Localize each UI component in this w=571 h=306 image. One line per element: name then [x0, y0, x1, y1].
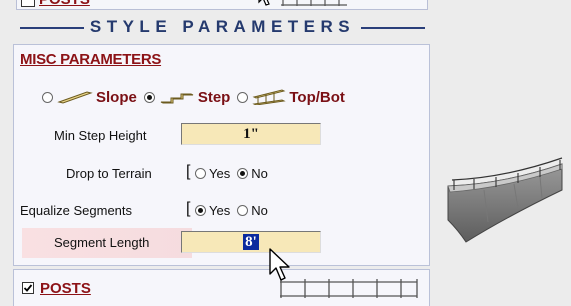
step-radio[interactable]: [143, 91, 155, 103]
mode-option-topbot[interactable]: Top/Bot: [237, 89, 345, 106]
railing-preview-image: [447, 157, 563, 243]
misc-parameters-group: MISC PARAMETERS Slope Step Top/Bot Min S…: [13, 44, 430, 266]
slope-label: Slope: [96, 88, 137, 106]
style-parameters-title: STYLE PARAMETERS: [20, 16, 426, 38]
drop-to-terrain-yes[interactable]: Yes: [195, 166, 230, 181]
posts-group: POSTS: [13, 269, 430, 306]
segment-length-label: Segment Length: [54, 235, 150, 250]
segment-length-input[interactable]: 8': [181, 231, 321, 253]
posts-label-top[interactable]: POSTS: [39, 0, 90, 8]
posts-checkbox[interactable]: [22, 282, 34, 294]
equalize-no-label: No: [251, 203, 268, 218]
mode-option-slope[interactable]: Slope: [42, 89, 137, 106]
drop-yes-radio[interactable]: [195, 168, 206, 179]
equalize-yes-radio[interactable]: [195, 205, 206, 216]
mode-radio-group: Slope Step Top/Bot: [42, 86, 352, 108]
title-divider-right: [361, 27, 426, 29]
arrow-cursor-icon: [269, 248, 290, 281]
step-icon: [160, 93, 194, 104]
drop-to-terrain-label: Drop to Terrain: [66, 166, 152, 181]
segment-length-value: 8': [243, 234, 259, 250]
drop-to-terrain-options: Yes No: [195, 166, 275, 181]
mode-option-step[interactable]: Step: [143, 88, 231, 106]
arrow-cursor-icon: [258, 0, 270, 6]
posts-row-top: POSTS: [16, 0, 428, 10]
posts-checkbox-top[interactable]: [21, 0, 35, 7]
min-step-height-input[interactable]: 1": [181, 123, 321, 145]
drop-to-terrain-no[interactable]: No: [237, 166, 268, 181]
drop-yes-label: Yes: [209, 166, 231, 181]
topbot-radio[interactable]: [237, 91, 249, 103]
equalize-segments-yes[interactable]: Yes: [195, 203, 230, 218]
equalize-yes-label: Yes: [209, 203, 231, 218]
fence-posts-icon: [280, 279, 418, 298]
checkmark-icon: [23, 284, 33, 292]
title-divider-left: [20, 27, 84, 29]
misc-parameters-heading: MISC PARAMETERS: [20, 51, 162, 68]
bracket-glyph: [: [186, 200, 191, 217]
topbot-label: Top/Bot: [289, 88, 345, 106]
posts-label[interactable]: POSTS: [40, 280, 91, 297]
style-parameters-panel: POSTS STYLE PARAMETERS MISC PARAMETERS: [0, 0, 432, 306]
equalize-segments-label: Equalize Segments: [20, 203, 133, 218]
equalize-segments-no[interactable]: No: [237, 203, 268, 218]
min-step-height-label: Min Step Height: [54, 128, 147, 143]
bracket-glyph: [: [186, 163, 191, 180]
top-bottom-icon: [252, 89, 287, 105]
equalize-no-radio[interactable]: [237, 205, 249, 216]
drop-no-radio[interactable]: [237, 168, 249, 179]
equalize-segments-options: Yes No: [195, 203, 275, 218]
step-label: Step: [197, 88, 231, 106]
fence-posts-icon: [281, 0, 347, 6]
slope-radio[interactable]: [42, 91, 53, 103]
page-title: STYLE PARAMETERS: [89, 17, 356, 36]
slope-icon: [57, 91, 93, 104]
drop-no-label: No: [251, 166, 268, 181]
